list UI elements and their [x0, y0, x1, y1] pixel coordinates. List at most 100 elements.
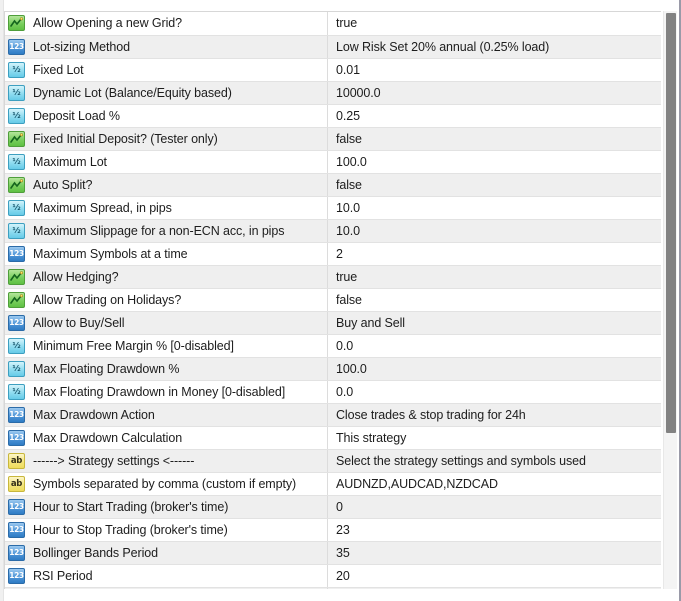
- variable-cell-content: 123 Max Drawdown Calculation: [5, 427, 327, 449]
- grid-row[interactable]: Fixed Initial Deposit? (Tester only) fals…: [5, 127, 661, 151]
- variable-cell-content: ½ Max Floating Drawdown in Money [0-disab…: [5, 381, 327, 403]
- grid-cell-value[interactable]: 23: [327, 518, 661, 542]
- value-text: 0.25: [336, 108, 360, 123]
- grid-cell-value[interactable]: Low Risk Set 20% annual (0.25% load): [327, 35, 661, 59]
- grid-row[interactable]: ab ------> Strategy settings <------ Selec…: [5, 449, 661, 473]
- variable-cell-content: ½ Maximum Lot: [5, 151, 327, 173]
- vertical-scrollbar[interactable]: [663, 11, 677, 589]
- grid-cell-value[interactable]: 0.25: [327, 104, 661, 128]
- variable-cell-content: ab Symbols separated by comma (custom if …: [5, 473, 327, 495]
- int-123-icon: 123: [8, 567, 25, 584]
- value-text: false: [336, 177, 362, 192]
- grid-row[interactable]: ½ Minimum Free Margin % [0-disabled] 0.0: [5, 334, 661, 358]
- grid-cell-value[interactable]: 0.0: [327, 380, 661, 404]
- grid-cell-value[interactable]: Select the strategy settings and symbols…: [327, 449, 661, 473]
- variable-label: Lot-sizing Method: [33, 39, 130, 54]
- grid-row[interactable]: ½ Maximum Slippage for a non-ECN acc, in …: [5, 219, 661, 243]
- variable-label: Allow Hedging?: [33, 269, 119, 284]
- grid-cell-variable: 123 Allow to Buy/Sell: [5, 311, 328, 335]
- int-123-icon: 123: [8, 544, 25, 561]
- grid-cell-value[interactable]: 100.0: [327, 357, 661, 381]
- variable-cell-content: 123 Max Drawdown Action: [5, 404, 327, 426]
- grid-row[interactable]: 123 RSI Period 20: [5, 564, 661, 588]
- double-half-icon: ½: [8, 222, 25, 239]
- variable-label: Max Drawdown Action: [33, 407, 155, 422]
- grid-row[interactable]: 123 Maximum Symbols at a time 2: [5, 242, 661, 266]
- grid-cell-value[interactable]: This strategy: [327, 426, 661, 450]
- grid-cell-value[interactable]: Buy and Sell: [327, 311, 661, 335]
- variable-cell-content: 123 Allow to Buy/Sell: [5, 312, 327, 334]
- variable-cell-content: ½ Minimum Free Margin % [0-disabled]: [5, 335, 327, 357]
- int-123-icon: 123: [8, 521, 25, 538]
- grid-cell-value[interactable]: AUDNZD,AUDCAD,NZDCAD: [327, 472, 661, 496]
- grid-cell-variable: ½ Minimum Free Margin % [0-disabled]: [5, 334, 328, 358]
- grid-row[interactable]: ab Symbols separated by comma (custom if …: [5, 472, 661, 496]
- int-123-icon: 123: [8, 38, 25, 55]
- variable-label: Allow Opening a new Grid?: [33, 16, 182, 31]
- grid-cell-value[interactable]: false: [327, 127, 661, 151]
- value-text: 2: [336, 246, 343, 261]
- grid-row[interactable]: Allow Opening a new Grid? true: [5, 12, 661, 36]
- grid-row[interactable]: ½ Maximum Spread, in pips 10.0: [5, 196, 661, 220]
- grid-row[interactable]: ½ Deposit Load % 0.25: [5, 104, 661, 128]
- grid-cell-value[interactable]: 35: [327, 541, 661, 565]
- grid-row[interactable]: ½ Max Floating Drawdown in Money [0-disab…: [5, 380, 661, 404]
- bool-icon: [8, 291, 25, 308]
- grid-cell-variable: 123 Hour to Stop Trading (broker's time): [5, 518, 328, 542]
- grid-row[interactable]: 123 Max Drawdown Calculation This strategy: [5, 426, 661, 450]
- string-ab-icon: ab: [8, 475, 25, 492]
- grid-row[interactable]: Auto Split? false: [5, 173, 661, 197]
- grid-row[interactable]: 123 Max Drawdown Action Close trades & sto…: [5, 403, 661, 427]
- grid-cell-value[interactable]: 10.0: [327, 196, 661, 220]
- grid-cell-value[interactable]: 0: [327, 495, 661, 519]
- grid-cell-variable: ab Symbols separated by comma (custom if …: [5, 472, 328, 496]
- grid-cell-value[interactable]: 0.01: [327, 58, 661, 82]
- grid-row[interactable]: ½ Dynamic Lot (Balance/Equity based) 10000…: [5, 81, 661, 105]
- bool-icon: [8, 176, 25, 193]
- grid-cell-variable: 123 Maximum Symbols at a time: [5, 242, 328, 266]
- value-text: 0.01: [336, 62, 360, 77]
- dialog-top-edge: [0, 0, 681, 10]
- grid-row[interactable]: Allow Trading on Holidays? false: [5, 288, 661, 312]
- double-half-icon: ½: [8, 337, 25, 354]
- variable-cell-content: Allow Opening a new Grid?: [5, 12, 327, 34]
- double-half-icon: ½: [8, 61, 25, 78]
- scrollbar-thumb[interactable]: [666, 13, 676, 433]
- grid-cell-value[interactable]: 2: [327, 242, 661, 266]
- grid-row[interactable]: Allow Hedging? true: [5, 265, 661, 289]
- value-text: Buy and Sell: [336, 315, 405, 330]
- double-half-icon: ½: [8, 383, 25, 400]
- bool-icon: [8, 268, 25, 285]
- variable-label: Hour to Start Trading (broker's time): [33, 499, 229, 514]
- variable-cell-content: 123 Lot-sizing Method: [5, 36, 327, 58]
- grid-row[interactable]: 123 Bollinger Bands Period 35: [5, 541, 661, 565]
- grid-cell-value[interactable]: 100.0: [327, 150, 661, 174]
- double-half-icon: ½: [8, 153, 25, 170]
- variable-label: Max Floating Drawdown in Money [0-disabl…: [33, 384, 286, 399]
- grid-cell-value[interactable]: 10.0: [327, 219, 661, 243]
- variable-label: Maximum Spread, in pips: [33, 200, 172, 215]
- value-text: 100.0: [336, 154, 367, 169]
- variable-cell-content: 123 Maximum Symbols at a time: [5, 243, 327, 265]
- grid-row[interactable]: ½ Fixed Lot 0.01: [5, 58, 661, 82]
- value-text: AUDNZD,AUDCAD,NZDCAD: [336, 476, 498, 491]
- variable-label: Maximum Lot: [33, 154, 107, 169]
- grid-cell-value[interactable]: false: [327, 288, 661, 312]
- grid-row[interactable]: ½ Max Floating Drawdown % 100.0: [5, 357, 661, 381]
- grid-cell-value[interactable]: 10000.0: [327, 81, 661, 105]
- inputs-grid-viewport[interactable]: Allow Opening a new Grid? true 123 Lot-sizi…: [4, 11, 661, 589]
- grid-row[interactable]: 123 Allow to Buy/Sell Buy and Sell: [5, 311, 661, 335]
- grid-cell-value[interactable]: 20: [327, 564, 661, 588]
- grid-row[interactable]: 123 Hour to Start Trading (broker's time)…: [5, 495, 661, 519]
- grid-cell-value[interactable]: true: [327, 12, 661, 36]
- string-ab-icon: ab: [8, 452, 25, 469]
- grid-cell-value[interactable]: 0.0: [327, 334, 661, 358]
- grid-cell-value[interactable]: Close trades & stop trading for 24h: [327, 403, 661, 427]
- bool-icon: [8, 130, 25, 147]
- grid-row[interactable]: 123 Lot-sizing Method Low Risk Set 20% ann…: [5, 35, 661, 59]
- value-text: true: [336, 269, 358, 284]
- grid-cell-value[interactable]: false: [327, 173, 661, 197]
- grid-row[interactable]: 123 Hour to Stop Trading (broker's time) 2…: [5, 518, 661, 542]
- grid-cell-value[interactable]: true: [327, 265, 661, 289]
- grid-row[interactable]: ½ Maximum Lot 100.0: [5, 150, 661, 174]
